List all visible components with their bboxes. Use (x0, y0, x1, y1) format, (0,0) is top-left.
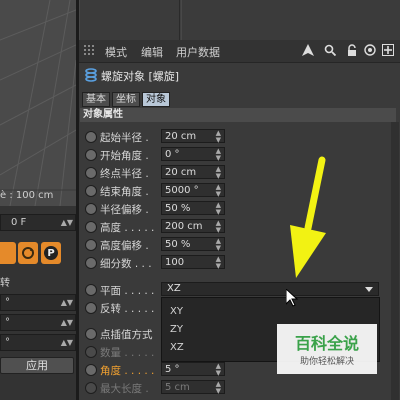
mouse-cursor-icon (286, 289, 298, 307)
annotation-arrow (290, 156, 326, 278)
